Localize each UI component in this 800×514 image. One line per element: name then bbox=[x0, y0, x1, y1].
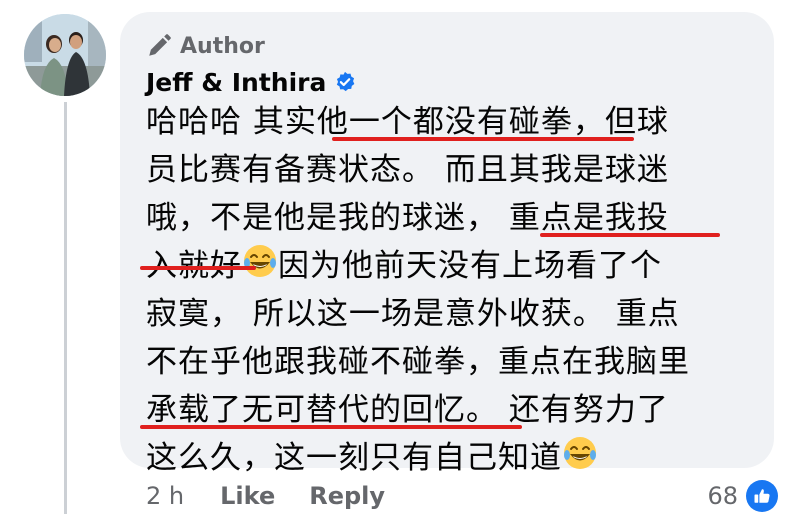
thread-line bbox=[64, 102, 67, 514]
comment-line-8: 这么久，这一刻只有自己知道 bbox=[146, 434, 598, 482]
like-button[interactable]: Like bbox=[220, 482, 275, 510]
like-thumb-icon bbox=[746, 480, 778, 512]
reaction-count: 68 bbox=[707, 482, 738, 510]
reply-button[interactable]: Reply bbox=[309, 482, 385, 510]
comment-line-6: 不在乎他跟我碰不碰拳，重点在我脑里 bbox=[146, 344, 690, 380]
highlight-underline bbox=[332, 137, 634, 141]
author-badge-label: Author bbox=[180, 33, 265, 59]
highlight-underline bbox=[140, 425, 522, 429]
highlight-underline bbox=[540, 233, 720, 237]
laughing-crying-emoji-icon bbox=[562, 435, 598, 485]
comment-actions: 2 h Like Reply bbox=[146, 478, 385, 514]
avatar-photo-icon bbox=[24, 14, 106, 96]
comment-line-2: 员比赛有备赛状态。 而且其我是球迷 bbox=[146, 152, 669, 188]
comment-line-5: 寂寞， 所以这一场是意外收获。 重点 bbox=[146, 296, 680, 332]
author-badge: Author bbox=[146, 30, 265, 62]
comment-view: Author Jeff & Inthira 哈哈哈 其实他一个都没有碰拳，但球 … bbox=[0, 0, 800, 514]
pencil-icon bbox=[149, 34, 171, 56]
author-name[interactable]: Jeff & Inthira bbox=[146, 68, 326, 97]
avatar[interactable] bbox=[24, 14, 106, 96]
highlight-underline bbox=[140, 266, 256, 270]
author-name-row: Jeff & Inthira bbox=[146, 64, 356, 100]
reaction-summary[interactable]: 68 bbox=[707, 478, 778, 514]
comment-line-8-text: 这么久，这一刻只有自己知道 bbox=[146, 440, 562, 476]
verified-badge-icon bbox=[337, 71, 355, 92]
comment-line-4-part-2: 因为他前天没有上场看了个 bbox=[278, 248, 662, 284]
timestamp[interactable]: 2 h bbox=[146, 482, 184, 510]
